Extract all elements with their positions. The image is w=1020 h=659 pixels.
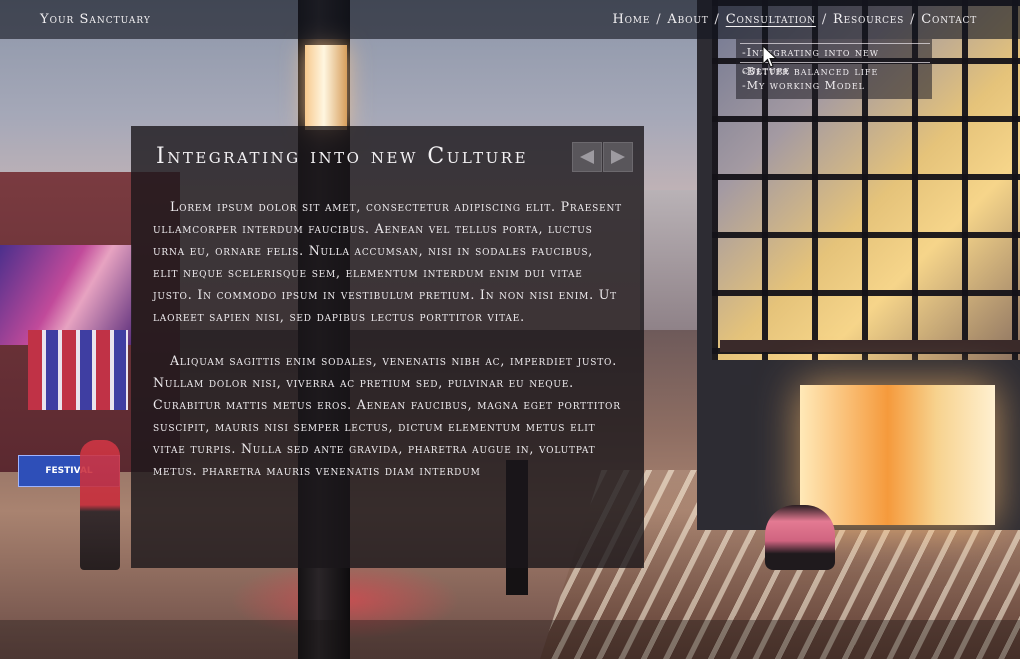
hanging-banners	[28, 330, 128, 410]
main-nav: Home / About / Consultation / Resources …	[612, 12, 977, 27]
article-body: Lorem ipsum dolor sit amet, consectetur …	[153, 196, 623, 504]
nav-separator: /	[821, 12, 828, 27]
footer-strip	[0, 620, 1020, 659]
article-title: Integrating into new Culture	[156, 144, 529, 169]
sitting-girl	[765, 505, 835, 570]
article-pager	[572, 142, 633, 172]
nav-about[interactable]: About	[667, 12, 708, 27]
lit-storefront	[800, 385, 995, 525]
site-brand[interactable]: Your Sanctuary	[40, 12, 151, 27]
nav-resources[interactable]: Resources	[833, 12, 904, 27]
article-paragraph: Aliquam sagittis enim sodales, venenatis…	[153, 353, 621, 478]
nav-home[interactable]: Home	[612, 12, 650, 27]
arrow-right-icon	[611, 150, 625, 164]
top-bar: Your Sanctuary Home / About / Consultati…	[0, 0, 1020, 39]
nav-separator: /	[714, 12, 720, 27]
article-panel: Integrating into new Culture Lorem ipsum…	[131, 126, 644, 568]
nav-separator: /	[910, 12, 916, 27]
next-button[interactable]	[603, 142, 633, 172]
nav-contact[interactable]: Contact	[921, 12, 977, 27]
person-in-red	[80, 440, 120, 570]
article-paragraph: Lorem ipsum dolor sit amet, consectetur …	[153, 199, 622, 324]
arrow-left-icon	[580, 150, 594, 164]
dropdown-item-working-model[interactable]: -My working Model	[742, 79, 932, 93]
lamp-light	[305, 45, 347, 130]
prev-button[interactable]	[572, 142, 602, 172]
mouse-cursor-icon	[762, 45, 778, 68]
nav-consultation[interactable]: Consultation	[726, 12, 816, 27]
nav-separator: /	[656, 12, 662, 27]
